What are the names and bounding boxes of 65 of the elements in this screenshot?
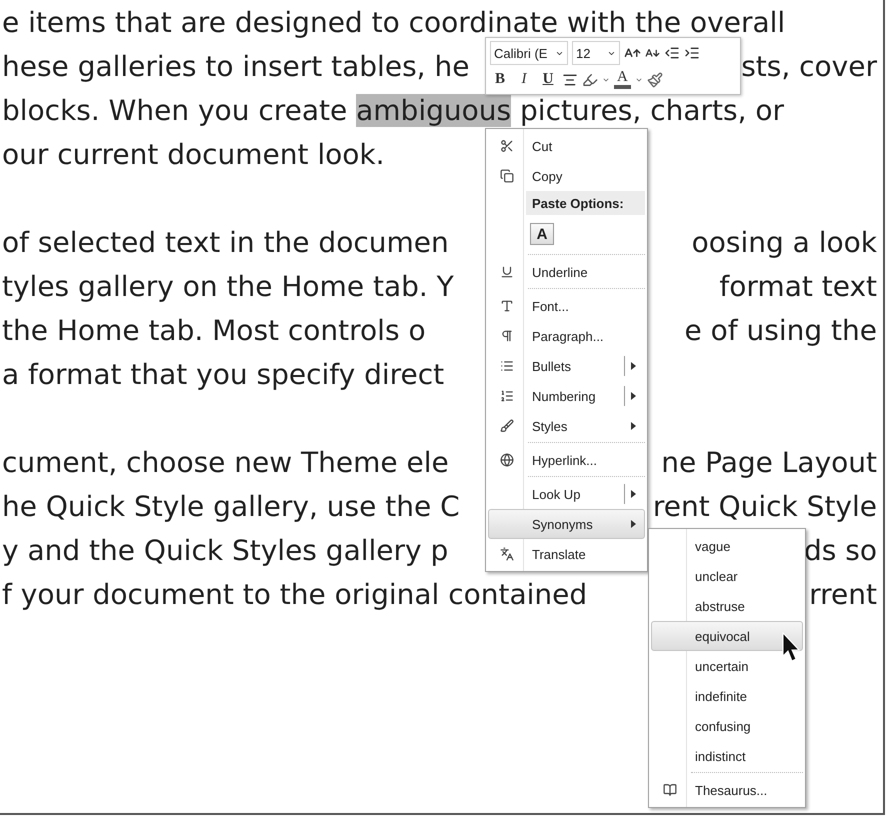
menu-item[interactable]: uncertain: [651, 651, 803, 681]
format-painter-icon[interactable]: [646, 72, 663, 88]
document-text: tyles gallery on the Home tab. Y: [2, 270, 454, 302]
bullet-list-icon: [500, 359, 514, 373]
menu-item[interactable]: Styles: [488, 411, 645, 441]
document-text: format text: [719, 270, 877, 302]
document-text: oosing a look: [692, 226, 877, 258]
paste-option-button[interactable]: A: [530, 223, 554, 245]
pilcrow-icon: [500, 329, 514, 343]
menu-item[interactable]: Look Up: [488, 479, 645, 509]
menu-item[interactable]: abstruse: [651, 591, 803, 621]
menu-item[interactable]: Copy: [488, 161, 645, 191]
document-text: he Quick Style gallery, use the C: [2, 490, 460, 522]
document-text: sts, cover: [741, 50, 877, 82]
menu-item[interactable]: Cut: [488, 131, 645, 161]
menu-item[interactable]: equivocal: [651, 621, 803, 651]
underline-icon: [500, 265, 514, 279]
menu-item[interactable]: Font...: [488, 291, 645, 321]
menu-item[interactable]: indefinite: [651, 681, 803, 711]
highlighter-icon[interactable]: [582, 72, 598, 88]
document-text: our current document look.: [2, 138, 385, 170]
document-text: e of using the: [684, 314, 877, 346]
translate-icon: [500, 547, 514, 561]
document-text: a format that you specify direct: [2, 358, 444, 390]
increase-indent-icon[interactable]: [684, 45, 700, 61]
document-text: rent Quick Style: [652, 490, 877, 522]
font-icon: [500, 299, 514, 313]
font-color-button[interactable]: A: [614, 70, 631, 89]
menu-item[interactable]: Numbering: [488, 381, 645, 411]
underline-button[interactable]: U: [538, 68, 558, 90]
document-text: e items that are designed to coordinate with the overall: [2, 6, 786, 38]
menu-item[interactable]: vague: [651, 531, 803, 561]
document-text: f your document to the original contained: [2, 578, 588, 610]
menu-item[interactable]: Bullets: [488, 351, 645, 381]
menu-header: Paste Options:: [526, 191, 645, 215]
document-text: cument, choose new Theme ele: [2, 446, 449, 478]
menu-item[interactable]: Hyperlink...: [488, 445, 645, 475]
center-align-icon[interactable]: [562, 72, 578, 88]
font-size-dropdown[interactable]: 12: [572, 41, 620, 65]
document-text: rrent: [809, 578, 877, 610]
document-text: ds so: [804, 534, 877, 566]
menu-item[interactable]: Paragraph...: [488, 321, 645, 351]
brush-icon: [500, 419, 514, 433]
document-text: ne Page Layout: [661, 446, 877, 478]
menu-item[interactable]: confusing: [651, 711, 803, 741]
bold-button[interactable]: B: [490, 68, 510, 90]
font-name-dropdown[interactable]: Calibri (E: [490, 41, 568, 65]
globe-icon: [500, 453, 514, 467]
document-text: of selected text in the documen: [2, 226, 449, 258]
copy-icon: [500, 169, 514, 183]
document-text: hese galleries to insert tables, he: [2, 50, 470, 82]
menu-item[interactable]: unclear: [651, 561, 803, 591]
menu-item[interactable]: Underline: [488, 257, 645, 287]
italic-button[interactable]: I: [514, 68, 534, 90]
menu-item[interactable]: Thesaurus...: [651, 775, 803, 805]
menu-item[interactable]: Synonyms: [488, 509, 645, 539]
decrease-indent-icon[interactable]: [664, 45, 680, 61]
menu-item[interactable]: indistinct: [651, 741, 803, 771]
document-text: blocks. When you create ambiguous pictures, charts, or: [2, 94, 784, 126]
document-text: the Home tab. Most controls o: [2, 314, 426, 346]
book-icon: [663, 783, 677, 797]
document-text: y and the Quick Styles gallery p: [2, 534, 448, 566]
menu-item[interactable]: Translate: [488, 539, 645, 569]
scissors-icon: [500, 139, 514, 153]
numbered-list-icon: [500, 389, 514, 403]
